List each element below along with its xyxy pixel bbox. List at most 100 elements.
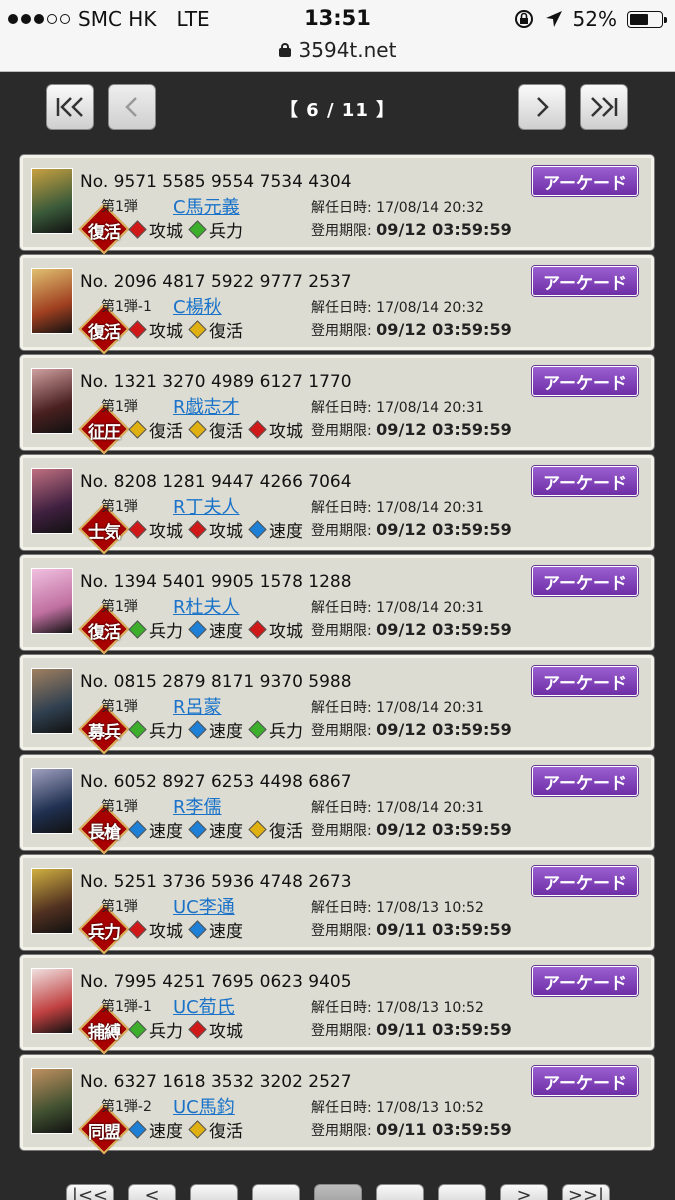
skill-label: 復活 <box>149 422 183 442</box>
last-page-button[interactable] <box>580 84 628 130</box>
page-button-bottom[interactable] <box>190 1184 238 1200</box>
page-button-bottom[interactable] <box>438 1184 486 1200</box>
blue-gem-icon <box>128 820 147 839</box>
skill-tag: 速度 <box>188 717 243 742</box>
skill-label: 兵力 <box>149 622 183 642</box>
prev-page-button-bottom[interactable]: < <box>128 1184 176 1200</box>
arcade-button[interactable]: アーケード <box>532 1066 638 1096</box>
card-name-link[interactable]: C馬元義 <box>173 193 240 219</box>
arcade-button[interactable]: アーケード <box>532 466 638 496</box>
recruit-deadline-value: 09/12 03:59:59 <box>376 520 512 539</box>
dismissal-date-value: 17/08/14 20:32 <box>376 200 484 216</box>
card-thumbnail[interactable] <box>31 1068 73 1134</box>
card-name-link[interactable]: R戯志才 <box>173 393 240 419</box>
current-page-button-bottom[interactable] <box>314 1184 362 1200</box>
wave-label: 第1弾-1 <box>101 299 152 315</box>
skill-list: 攻城 復活 <box>128 317 243 342</box>
serial-number: No. 6052 8927 6253 4498 6867 <box>80 772 352 792</box>
arcade-button[interactable]: アーケード <box>532 166 638 196</box>
emblem-label: 同盟 <box>88 1123 121 1143</box>
emblem-label: 兵力 <box>88 923 121 943</box>
serial-number: No. 9571 5585 9554 7534 4304 <box>80 172 352 192</box>
card-thumbnail[interactable] <box>31 468 73 534</box>
card-item: 同盟 No. 6327 1618 3532 3202 2527 第1弾-2 UC… <box>20 1055 654 1155</box>
serial-number: No. 1321 3270 4989 6127 1770 <box>80 372 352 392</box>
card-thumbnail[interactable] <box>31 568 73 634</box>
skill-tag: 攻城 <box>248 617 303 642</box>
skill-tag: 速度 <box>188 817 243 842</box>
wave-label: 第1弾 <box>101 499 138 515</box>
recruit-deadline-label: 登用期限: <box>311 1023 372 1039</box>
dismissal-date-label: 解任日時: <box>311 900 372 916</box>
page-button-bottom[interactable] <box>376 1184 424 1200</box>
card-thumbnail[interactable] <box>31 868 73 934</box>
skill-label: 速度 <box>269 522 303 542</box>
wave-label: 第1弾 <box>101 899 138 915</box>
card-list: 復活 No. 9571 5585 9554 7534 4304 第1弾 C馬元義… <box>20 155 654 1155</box>
battery-icon <box>627 10 667 28</box>
wave-label: 第1弾 <box>101 399 138 415</box>
pager-top: 【 6 / 11 】 <box>0 72 675 152</box>
skill-tag: 速度 <box>128 1117 183 1142</box>
dismissal-date: 解任日時: 17/08/14 20:31 <box>311 597 484 617</box>
card-thumbnail[interactable] <box>31 668 73 734</box>
skill-label: 兵力 <box>149 722 183 742</box>
card-thumbnail[interactable] <box>31 268 73 334</box>
recruit-deadline-label: 登用期限: <box>311 1123 372 1139</box>
skill-tag: 速度 <box>188 617 243 642</box>
card-name-link[interactable]: C楊秋 <box>173 293 222 319</box>
dismissal-date: 解任日時: 17/08/14 20:32 <box>311 197 484 217</box>
skill-tag: 速度 <box>128 817 183 842</box>
page-button-bottom[interactable] <box>252 1184 300 1200</box>
url-bar[interactable]: 3594t.net <box>0 38 675 72</box>
card-item: 捕縛 No. 7995 4251 7695 0623 9405 第1弾-1 UC… <box>20 955 654 1055</box>
serial-number: No. 1394 5401 9905 1578 1288 <box>80 572 352 592</box>
emblem-label: 征圧 <box>88 423 121 443</box>
card-thumbnail[interactable] <box>31 168 73 234</box>
dismissal-date: 解任日時: 17/08/14 20:31 <box>311 797 484 817</box>
skill-list: 攻城 攻城 速度 <box>128 517 303 542</box>
card-thumbnail[interactable] <box>31 768 73 834</box>
wave-label: 第1弾 <box>101 199 138 215</box>
recruit-deadline-label: 登用期限: <box>311 523 372 539</box>
recruit-deadline: 登用期限: 09/11 03:59:59 <box>311 1020 512 1040</box>
next-page-button[interactable] <box>518 84 566 130</box>
skill-label: 速度 <box>209 922 243 942</box>
card-thumbnail[interactable] <box>31 368 73 434</box>
card-name-link[interactable]: R杜夫人 <box>173 593 240 619</box>
skill-label: 速度 <box>209 722 243 742</box>
first-page-button-bottom[interactable]: |<< <box>66 1184 114 1200</box>
recruit-deadline: 登用期限: 09/12 03:59:59 <box>311 320 512 340</box>
skill-label: 速度 <box>209 822 243 842</box>
card-name-link[interactable]: R呂蒙 <box>173 693 222 719</box>
arcade-button[interactable]: アーケード <box>532 266 638 296</box>
skill-tag: 復活 <box>248 817 303 842</box>
url-text[interactable]: 3594t.net <box>299 38 397 62</box>
card-name-link[interactable]: UC馬鈞 <box>173 1093 235 1119</box>
arcade-button[interactable]: アーケード <box>532 966 638 996</box>
dismissal-date-value: 17/08/14 20:31 <box>376 500 484 516</box>
arcade-button[interactable]: アーケード <box>532 766 638 796</box>
card-item: 士気 No. 8208 1281 9447 4266 7064 第1弾 R丁夫人… <box>20 455 654 555</box>
next-page-button-bottom[interactable]: > <box>500 1184 548 1200</box>
card-name-link[interactable]: UC李通 <box>173 893 235 919</box>
skill-tag: 攻城 <box>128 317 183 342</box>
dismissal-date-value: 17/08/13 10:52 <box>376 1000 484 1016</box>
dismissal-date: 解任日時: 17/08/14 20:32 <box>311 297 484 317</box>
arcade-button[interactable]: アーケード <box>532 566 638 596</box>
card-name-link[interactable]: R李儒 <box>173 793 222 819</box>
arcade-button[interactable]: アーケード <box>532 666 638 696</box>
skill-label: 復活 <box>209 422 243 442</box>
dismissal-date: 解任日時: 17/08/14 20:31 <box>311 497 484 517</box>
wave-label: 第1弾-1 <box>101 999 152 1015</box>
red-gem-icon <box>188 1020 207 1039</box>
recruit-deadline-label: 登用期限: <box>311 223 372 239</box>
recruit-deadline: 登用期限: 09/12 03:59:59 <box>311 820 512 840</box>
card-name-link[interactable]: R丁夫人 <box>173 493 240 519</box>
arcade-button[interactable]: アーケード <box>532 366 638 396</box>
card-name-link[interactable]: UC荀氏 <box>173 993 235 1019</box>
last-page-button-bottom[interactable]: >>| <box>562 1184 610 1200</box>
arcade-button[interactable]: アーケード <box>532 866 638 896</box>
skill-label: 攻城 <box>209 1022 243 1042</box>
card-thumbnail[interactable] <box>31 968 73 1034</box>
